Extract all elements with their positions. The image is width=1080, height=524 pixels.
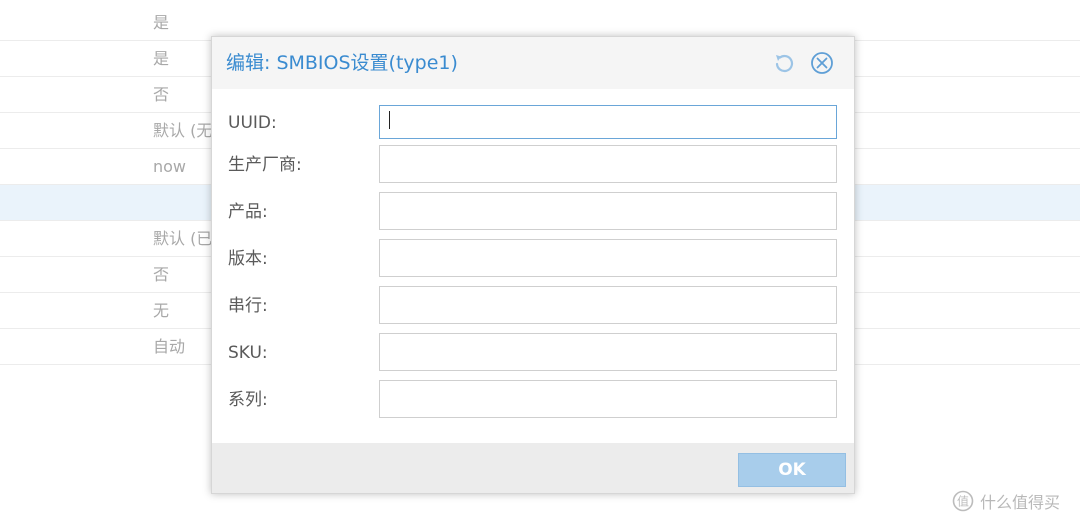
family-input[interactable]: [379, 380, 837, 418]
form-row-version: 版本:: [212, 239, 854, 279]
sku-label: SKU:: [228, 343, 268, 363]
smzdm-logo-icon: 值: [952, 490, 974, 512]
table-cell: 默认 (无: [153, 121, 213, 140]
version-input[interactable]: [379, 239, 837, 277]
product-label: 产品:: [228, 202, 268, 222]
manufacturer-input[interactable]: [379, 145, 837, 183]
form-row-serial: 串行:: [212, 286, 854, 326]
uuid-label: UUID:: [228, 113, 277, 133]
table-cell: now: [153, 157, 187, 176]
product-input[interactable]: [379, 192, 837, 230]
dialog-footer: OK: [212, 443, 854, 493]
text-caret: [389, 111, 390, 129]
watermark: 值 什么值得买: [952, 488, 1060, 514]
uuid-input[interactable]: [379, 105, 837, 139]
dialog-header: 编辑: SMBIOS设置(type1): [212, 37, 854, 89]
form-row-manufacturer: 生产厂商:: [212, 145, 854, 185]
dialog-title: 编辑: SMBIOS设置(type1): [226, 52, 458, 74]
undo-icon[interactable]: [771, 50, 797, 76]
table-cell: 是: [153, 13, 170, 32]
serial-label: 串行:: [228, 296, 268, 316]
version-label: 版本:: [228, 249, 268, 269]
table-cell: 否: [153, 265, 170, 284]
serial-input[interactable]: [379, 286, 837, 324]
family-label: 系列:: [228, 390, 268, 410]
form-row-product: 产品:: [212, 192, 854, 232]
table-cell: 是: [153, 49, 170, 68]
ok-button[interactable]: OK: [738, 453, 846, 487]
close-circle-icon[interactable]: [809, 50, 835, 76]
form-row-sku: SKU:: [212, 333, 854, 373]
svg-text:值: 值: [957, 494, 969, 509]
table-cell: 否: [153, 85, 170, 104]
form-row-uuid: UUID:: [212, 103, 854, 143]
table-cell: 无: [153, 301, 170, 320]
table-cell: 默认 (已: [153, 229, 213, 248]
watermark-text: 什么值得买: [980, 493, 1061, 512]
form-row-family: 系列:: [212, 380, 854, 420]
sku-input[interactable]: [379, 333, 837, 371]
table-cell: 自动: [153, 337, 186, 356]
manufacturer-label: 生产厂商:: [228, 155, 302, 175]
smbios-edit-dialog: 编辑: SMBIOS设置(type1) UUID: 生产厂商: 产品: 版本:: [211, 36, 855, 494]
